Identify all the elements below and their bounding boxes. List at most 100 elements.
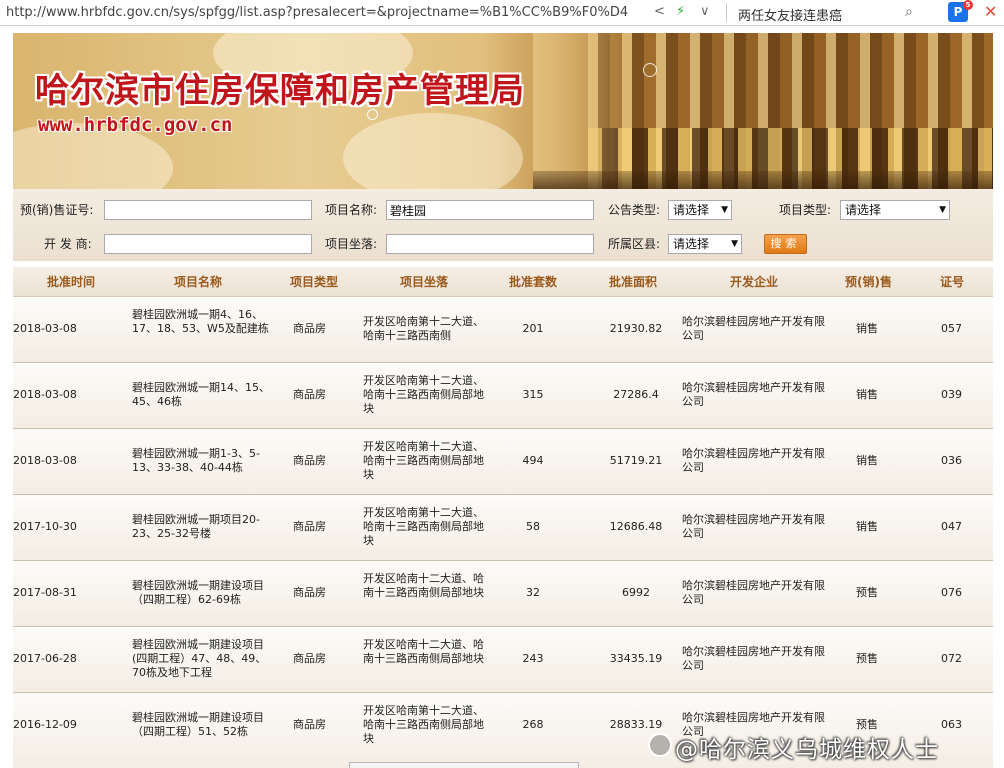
cell-area: 12686.48 <box>609 520 663 533</box>
col-cert-number: 证号 <box>940 275 965 289</box>
col-project-name: 项目名称 <box>174 275 223 289</box>
district-select[interactable]: 请选择 ▼ <box>668 234 742 254</box>
developer-input[interactable] <box>104 234 312 254</box>
search-form: 预(销)售证号: 项目名称: 公告类型: 请选择 ▼ 项目类型: 请选择 ▼ 开 发… <box>13 189 993 261</box>
presale-cert-input[interactable] <box>104 200 312 220</box>
share-icon[interactable]: < <box>654 4 665 20</box>
cell-cert-number: 047 <box>941 520 962 533</box>
developer-label: 开 发 商: <box>44 237 92 251</box>
cell-project-name[interactable]: 碧桂园欧洲城一期14、15、45、46栋 <box>132 381 272 409</box>
cell-area: 33435.19 <box>609 652 663 665</box>
banner-ground <box>533 171 993 189</box>
chevron-down-icon[interactable]: ∨ <box>700 4 710 20</box>
divider <box>726 3 727 22</box>
cell-location: 开发区哈南第十二大道、哈南十三路西南侧局部地块 <box>363 374 484 415</box>
cell-project-name[interactable]: 碧桂园欧洲城一期建设项目(四期工程）47、48、49、70栋及地下工程 <box>132 638 272 680</box>
cell-project-type: 商品房 <box>293 322 326 335</box>
site-banner: 哈尔滨市住房保障和房产管理局 www.hrbfdc.gov.cn <box>13 33 993 189</box>
col-project-location: 项目坐落 <box>400 275 449 289</box>
search-suggestion[interactable]: 两任女友接连患癌 <box>738 5 898 24</box>
cell-location: 开发区哈南第十二大道、哈南十三路西南侧局部地块 <box>363 506 484 547</box>
search-icon[interactable]: ⌕ <box>905 4 913 20</box>
site-url: www.hrbfdc.gov.cn <box>38 114 233 136</box>
cell-location: 开发区哈南第十二大道、哈南十三路西南侧局部地块 <box>363 704 484 745</box>
cell-developer: 哈尔滨碧桂园房地产开发有限公司 <box>682 645 825 672</box>
lightning-icon[interactable]: ⚡ <box>676 4 685 20</box>
notice-type-value: 请选择 <box>673 203 710 217</box>
table-row: 2017-06-28 碧桂园欧洲城一期建设项目(四期工程）47、48、49、70… <box>13 627 993 693</box>
extension-badge: 5 <box>963 0 973 10</box>
cell-developer: 哈尔滨碧桂园房地产开发有限公司 <box>682 315 825 342</box>
cell-date: 2017-08-31 <box>13 586 77 599</box>
district-label: 所属区县: <box>608 237 661 251</box>
cell-project-name[interactable]: 碧桂园欧洲城一期4、16、17、18、53、W5及配建栋 <box>132 308 272 336</box>
cell-date: 2018-03-08 <box>13 322 77 335</box>
table-row: 2018-03-08 碧桂园欧洲城一期1-3、5-13、33-38、40-44栋… <box>13 429 993 495</box>
cell-units: 201 <box>522 322 544 335</box>
search-button[interactable]: 搜索 <box>764 234 807 254</box>
cell-project-name[interactable]: 碧桂园欧洲城一期1-3、5-13、33-38、40-44栋 <box>132 447 272 475</box>
cell-developer: 哈尔滨碧桂园房地产开发有限公司 <box>682 579 825 606</box>
horizontal-scrollbar[interactable] <box>349 762 579 768</box>
cell-units: 315 <box>522 388 544 401</box>
cell-location: 开发区哈南第十二大道、哈南十三路西南侧 <box>363 315 484 342</box>
cell-units: 58 <box>526 520 540 533</box>
cell-project-name[interactable]: 碧桂园欧洲城一期建设项目（四期工程）62-69栋 <box>132 579 272 607</box>
dropdown-arrow-icon: ▼ <box>731 239 738 249</box>
table-header: 批准时间 项目名称 项目类型 项目坐落 批准套数 批准面积 开发企业 预(销)售… <box>13 267 993 297</box>
banner-circle <box>643 63 657 77</box>
extension-icon[interactable]: P5 <box>948 0 973 22</box>
cell-date: 2017-06-28 <box>13 652 77 665</box>
col-approved-area: 批准面积 <box>609 275 658 289</box>
watermark: @哈尔滨义乌城维权人士 <box>675 737 939 763</box>
cell-developer: 哈尔滨碧桂园房地产开发有限公司 <box>682 513 825 540</box>
table-row: 2018-03-08 碧桂园欧洲城一期4、16、17、18、53、W5及配建栋 … <box>13 297 993 363</box>
cell-project-name[interactable]: 碧桂园欧洲城一期项目20-23、25-32号楼 <box>132 513 272 541</box>
cell-units: 268 <box>522 718 544 731</box>
project-type-value: 请选择 <box>845 203 882 217</box>
site-title: 哈尔滨市住房保障和房产管理局 <box>35 71 525 111</box>
close-icon[interactable]: ✕ <box>984 3 997 21</box>
cell-cert-number: 039 <box>941 388 962 401</box>
banner-cloud <box>343 113 523 189</box>
location-label: 项目坐落: <box>325 237 378 251</box>
cell-date: 2018-03-08 <box>13 454 77 467</box>
cell-sale-type: 销售 <box>856 388 878 401</box>
cell-project-type: 商品房 <box>293 454 326 467</box>
table-row: 2018-03-08 碧桂园欧洲城一期14、15、45、46栋 商品房 开发区哈… <box>13 363 993 429</box>
project-type-select[interactable]: 请选择 ▼ <box>840 200 950 220</box>
cell-location: 开发区哈南十二大道、哈南十三路西南侧局部地块 <box>363 572 484 599</box>
cell-date: 2018-03-08 <box>13 388 77 401</box>
table-row: 2017-10-30 碧桂园欧洲城一期项目20-23、25-32号楼 商品房 开… <box>13 495 993 561</box>
presale-cert-label: 预(销)售证号: <box>20 203 94 217</box>
banner-fade <box>533 33 633 189</box>
project-name-label: 项目名称: <box>325 203 378 217</box>
cell-units: 32 <box>526 586 540 599</box>
cell-project-type: 商品房 <box>293 520 326 533</box>
notice-type-select[interactable]: 请选择 ▼ <box>668 200 732 220</box>
notice-type-label: 公告类型: <box>608 203 661 217</box>
table-row: 2017-08-31 碧桂园欧洲城一期建设项目（四期工程）62-69栋 商品房 … <box>13 561 993 627</box>
cell-units: 494 <box>522 454 544 467</box>
cell-cert-number: 076 <box>941 586 962 599</box>
cell-cert-number: 057 <box>941 322 962 335</box>
location-input[interactable] <box>386 234 594 254</box>
cell-area: 28833.19 <box>609 718 663 731</box>
dropdown-arrow-icon: ▼ <box>939 205 946 215</box>
weibo-icon <box>648 733 672 757</box>
cell-location: 开发区哈南十二大道、哈南十三路西南侧局部地块 <box>363 638 484 665</box>
project-name-input[interactable] <box>386 200 594 220</box>
cell-project-name[interactable]: 碧桂园欧洲城一期建设项目（四期工程）51、52栋 <box>132 711 272 739</box>
address-bar: http://www.hrbfdc.gov.cn/sys/spfgg/list.… <box>0 0 1004 26</box>
cell-cert-number: 063 <box>941 718 962 731</box>
url-field[interactable]: http://www.hrbfdc.gov.cn/sys/spfgg/list.… <box>6 5 642 20</box>
cell-project-type: 商品房 <box>293 388 326 401</box>
cell-developer: 哈尔滨碧桂园房地产开发有限公司 <box>682 381 825 408</box>
cell-cert-number: 072 <box>941 652 962 665</box>
cell-units: 243 <box>522 652 544 665</box>
cell-area: 27286.4 <box>613 388 659 401</box>
col-approval-date: 批准时间 <box>47 275 96 289</box>
cell-date: 2017-10-30 <box>13 520 77 533</box>
cell-sale-type: 销售 <box>856 454 878 467</box>
cell-project-type: 商品房 <box>293 718 326 731</box>
